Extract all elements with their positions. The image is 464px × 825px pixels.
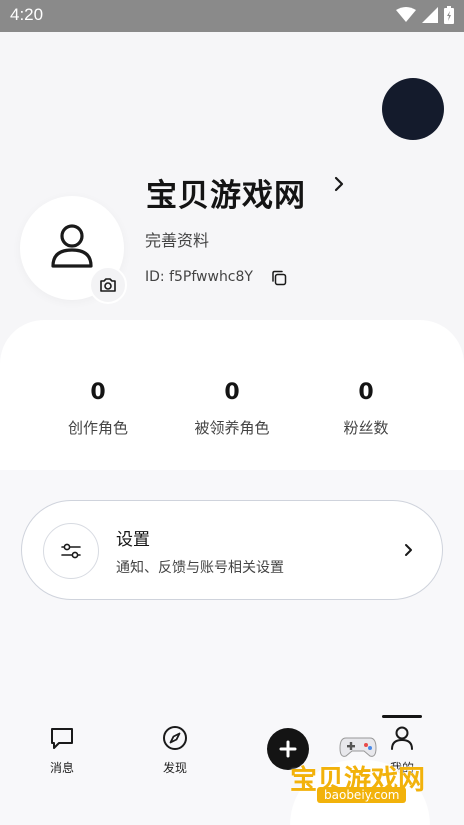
stat-followers[interactable]: 0 粉丝数 bbox=[301, 380, 431, 438]
profile-name: 宝贝游戏网 bbox=[146, 178, 306, 214]
wifi-icon bbox=[396, 7, 416, 22]
watermark-url: baobeiy.com bbox=[317, 787, 407, 803]
stat-label: 粉丝数 bbox=[343, 419, 389, 437]
message-icon bbox=[51, 728, 73, 749]
profile-name-row[interactable]: 宝贝游戏网 bbox=[146, 170, 306, 215]
nav-label: 消息 bbox=[49, 761, 74, 775]
compass-icon bbox=[163, 726, 187, 750]
battery-icon bbox=[444, 6, 454, 24]
stat-label: 创作角色 bbox=[67, 419, 128, 437]
camera-icon bbox=[100, 278, 116, 292]
user-icon bbox=[391, 726, 413, 750]
complete-profile-link[interactable]: 完善资料 bbox=[145, 227, 209, 251]
status-bar: 4:20 bbox=[0, 0, 464, 32]
settings-title: 设置 bbox=[116, 530, 150, 550]
chevron-right-icon[interactable] bbox=[331, 175, 347, 193]
nav-active-indicator bbox=[382, 715, 422, 718]
stat-adopted-characters[interactable]: 0 被领养角色 bbox=[167, 380, 297, 438]
chevron-right-icon bbox=[405, 544, 412, 556]
stat-created-characters[interactable]: 0 创作角色 bbox=[33, 380, 163, 438]
copy-icon[interactable] bbox=[271, 270, 287, 286]
settings-subtitle: 通知、反馈与账号相关设置 bbox=[116, 560, 284, 576]
stat-value: 0 bbox=[90, 380, 106, 405]
plus-icon bbox=[279, 740, 297, 758]
nav-item-messages[interactable]: 消息 bbox=[32, 725, 92, 776]
change-avatar-button[interactable] bbox=[89, 266, 127, 304]
stat-value: 0 bbox=[358, 380, 374, 405]
mini-avatar[interactable] bbox=[382, 78, 444, 140]
user-id: ID: f5Pfwwhc8Y bbox=[145, 269, 253, 285]
status-time: 4:20 bbox=[10, 5, 44, 24]
settings-icon-wrap bbox=[43, 523, 99, 579]
settings-card[interactable]: 设置 通知、反馈与账号相关设置 bbox=[21, 500, 443, 600]
user-icon bbox=[51, 224, 93, 268]
status-icons bbox=[396, 6, 454, 24]
nav-label: 发现 bbox=[162, 761, 187, 775]
stat-label: 被领养角色 bbox=[194, 419, 270, 437]
sliders-icon bbox=[61, 543, 81, 559]
stat-value: 0 bbox=[224, 380, 240, 405]
nav-item-discover[interactable]: 发现 bbox=[145, 725, 205, 776]
gamepad-icon bbox=[339, 737, 377, 757]
signal-icon bbox=[422, 7, 438, 23]
